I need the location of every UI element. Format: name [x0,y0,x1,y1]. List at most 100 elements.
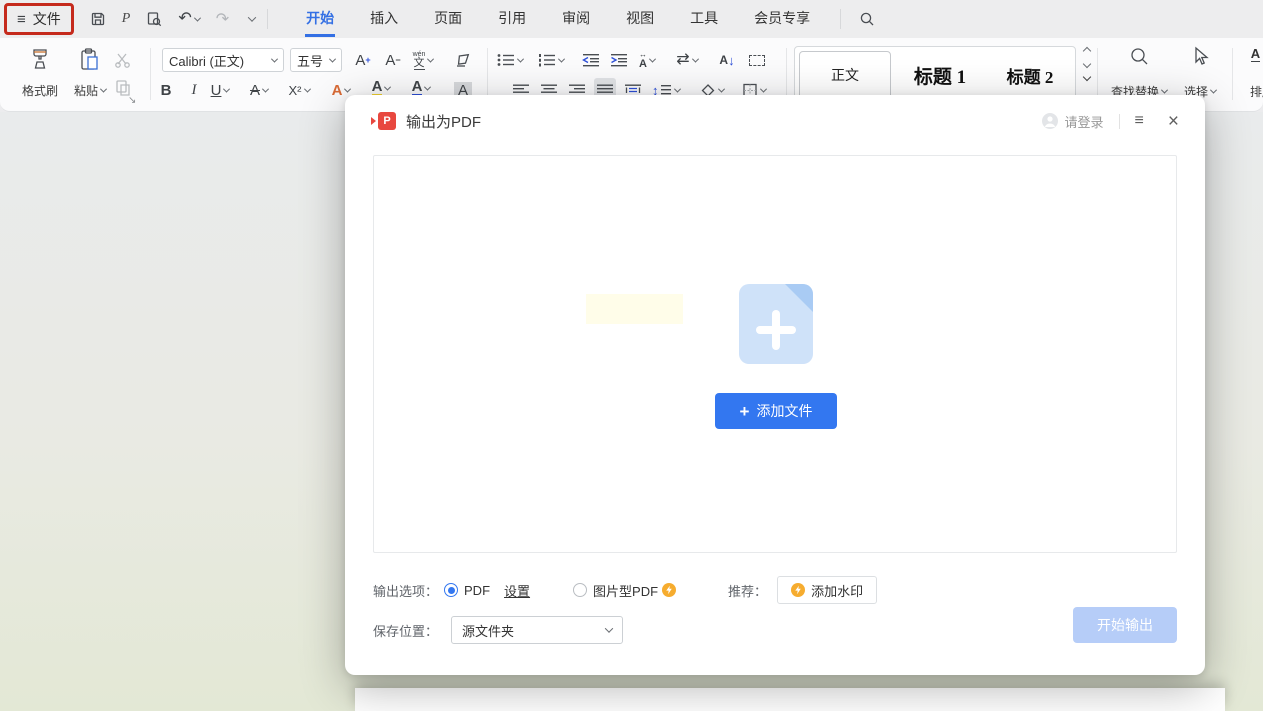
quick-access-toolbar: P ↶ ↷ [90,9,255,29]
ribbon-tabs: 开始 插入 页面 引用 审阅 视图 工具 会员专享 [288,0,828,38]
start-output-button[interactable]: 开始输出 [1073,607,1177,643]
login-link[interactable]: 请登录 [1065,112,1104,131]
borders-caret-icon [760,85,767,92]
paste-caret-icon [100,86,107,93]
pdf-radio[interactable] [444,583,458,597]
font-color-caret-icon [424,83,431,90]
number-list-icon [538,53,556,67]
export-pdf-quick-icon[interactable]: P [122,11,131,27]
italic-icon[interactable]: I [183,78,205,102]
text-direction-button[interactable]: ⇄ [676,48,698,72]
tab-review[interactable]: 审阅 [544,0,608,38]
title-bar: ≡ 文件 P ↶ ↷ 开始 插入 页面 引用 审阅 视图 工具 会员专享 [0,0,1263,38]
file-menu-label: 文件 [33,9,61,29]
undo-caret-icon [194,14,201,21]
titlebar-divider [267,9,268,29]
header-divider [1119,114,1120,129]
undo-button[interactable]: ↶ [178,11,199,27]
bold-icon[interactable]: B [155,78,177,102]
strikethrough-button[interactable]: A [248,78,270,102]
document-page [355,688,1225,711]
tab-view[interactable]: 视图 [608,0,672,38]
styles-gallery-scroll [1080,48,1090,80]
char-scale-button[interactable]: ↔A [636,48,658,72]
number-list-caret-icon [558,55,565,62]
sort-icon[interactable]: A↓ [716,48,738,72]
char-scale-caret-icon [649,55,656,62]
premium-icon [662,583,676,597]
file-drop-zone[interactable]: + 添加文件 [373,155,1177,553]
number-list-button[interactable] [538,48,564,72]
underline-button[interactable]: U [209,78,231,102]
dialog-close-icon[interactable]: × [1168,112,1179,131]
save-icon[interactable] [90,11,106,27]
save-location-row: 保存位置： 源文件夹 [373,616,623,644]
gallery-down-icon[interactable] [1083,60,1091,68]
print-preview-icon[interactable] [146,11,162,27]
phonetic-caret-icon [427,55,434,62]
text-effects-caret-icon [344,85,351,92]
clipboard-dialog-launcher-icon[interactable]: ↘ [128,95,136,106]
font-name-combo[interactable]: Calibri (正文) [162,48,284,72]
cut-icon[interactable] [112,48,134,72]
increase-indent-icon[interactable] [608,48,630,72]
redo-icon[interactable]: ↷ [216,9,229,29]
font-size-combo[interactable]: 五号 [290,48,342,72]
decrease-font-icon[interactable]: A− [382,48,404,72]
tab-page[interactable]: 页面 [416,0,480,38]
tab-tools[interactable]: 工具 [672,0,736,38]
pdf-settings-link[interactable]: 设置 [504,581,530,600]
ribbon-divider-4 [1097,48,1098,100]
line-spacing-caret-icon [673,85,680,92]
pdf-app-icon: P [371,112,396,130]
increase-font-icon[interactable]: A+ [352,48,374,72]
tab-reference[interactable]: 引用 [480,0,544,38]
bullet-list-icon [497,53,515,67]
format-painter-icon [28,47,52,73]
output-options-label: 输出选项： [373,581,438,600]
grid-settings-icon[interactable] [746,48,768,72]
image-pdf-option-label[interactable]: 图片型PDF [593,581,658,600]
superscript-button[interactable]: X² [288,78,310,102]
gallery-up-icon[interactable] [1083,47,1091,55]
tab-insert[interactable]: 插入 [352,0,416,38]
tab-member[interactable]: 会员专享 [736,0,828,38]
bullet-list-caret-icon [517,55,524,62]
recommend-label: 推荐： [728,581,767,600]
avatar-icon[interactable] [1041,112,1059,130]
watermark-premium-icon [791,583,805,597]
undo-icon: ↶ [178,11,191,27]
style-normal[interactable]: 正文 [799,51,891,99]
save-location-caret-icon [605,624,613,632]
save-location-dropdown[interactable]: 源文件夹 [451,616,623,644]
phonetic-guide-button[interactable]: wén文 [412,48,434,72]
save-location-label: 保存位置： [373,621,438,640]
dialog-header: P 输出为PDF 请登录 ≡ × [345,95,1205,147]
bullet-list-button[interactable] [497,48,523,72]
text-direction-caret-icon [692,55,699,62]
tab-home[interactable]: 开始 [288,0,352,38]
format-painter-button[interactable]: 格式刷 [16,44,64,104]
pdf-option-label[interactable]: PDF [464,583,490,598]
customize-qat-caret-icon[interactable] [245,16,255,22]
dialog-menu-icon[interactable]: ≡ [1135,112,1144,130]
gallery-more-icon[interactable] [1083,73,1091,81]
typeset-button[interactable]: A 排版 [1240,46,1263,104]
char-scale-icon: ↔A [639,51,647,70]
ribbon-divider-5 [1232,48,1233,100]
font-name-caret-icon [271,55,278,62]
file-menu-button[interactable]: ≡ 文件 [4,3,74,35]
decrease-indent-icon[interactable] [580,48,602,72]
add-watermark-button[interactable]: 添加水印 [777,576,877,604]
image-pdf-radio[interactable] [573,583,587,597]
paste-button[interactable]: 粘贴 [66,44,114,104]
select-cursor-icon [1191,46,1210,67]
export-pdf-dialog: P 输出为PDF 请登录 ≡ × + 添加文件 输出选项： [345,95,1205,675]
ribbon-search-icon[interactable] [859,11,876,28]
add-file-button[interactable]: + 添加文件 [715,393,837,429]
plus-icon: + [740,403,750,420]
underline-caret-icon [223,85,230,92]
ribbon-divider-2 [487,48,488,100]
clear-format-icon[interactable] [452,48,474,72]
select-caret-icon [1210,87,1217,94]
